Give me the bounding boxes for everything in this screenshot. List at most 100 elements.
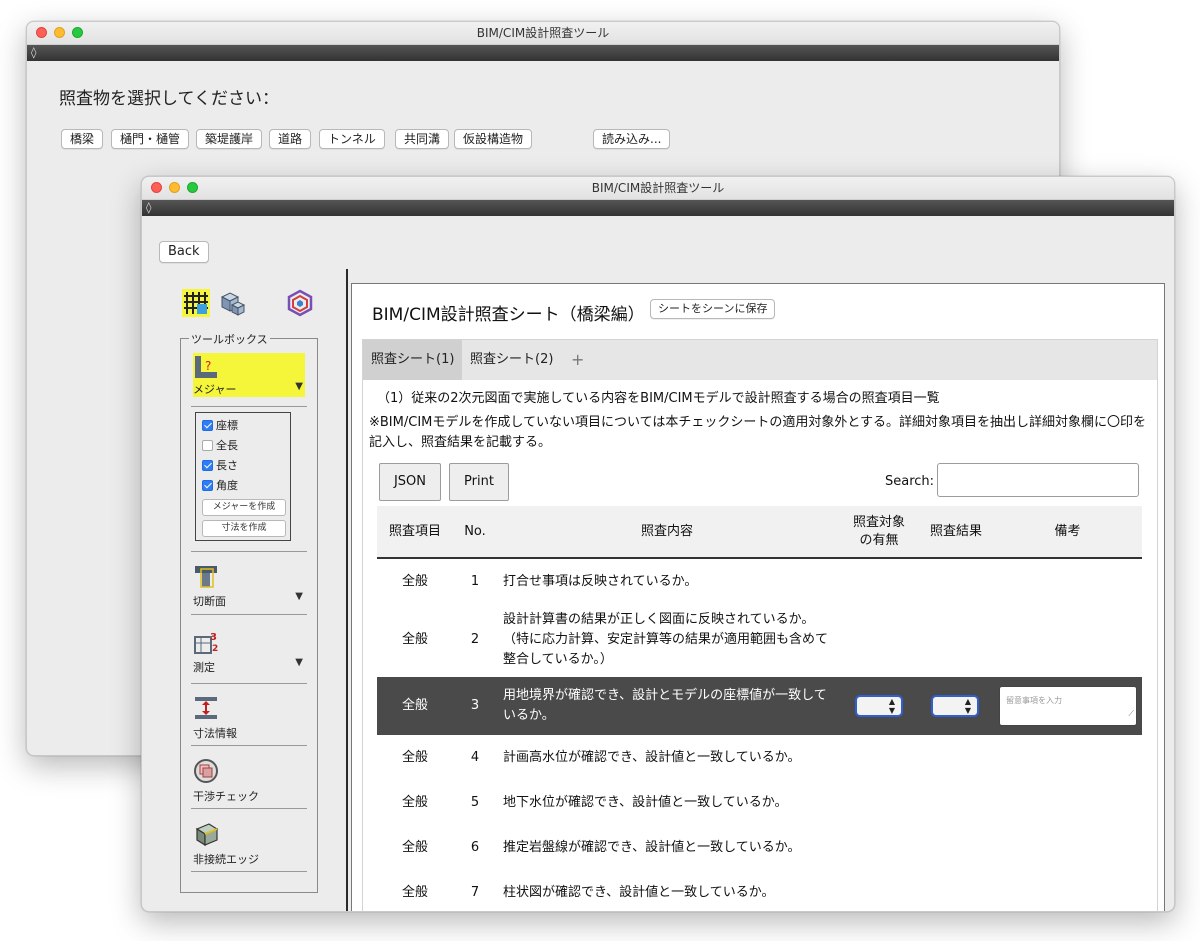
table-row[interactable]: 全般 5 地下水位が確認でき、設計値と一致しているか。 [377, 781, 1142, 825]
grid-view-icon[interactable] [182, 289, 210, 317]
title-bar[interactable]: BIM/CIM設計照査ツール [142, 177, 1174, 200]
tool-measure[interactable]: ? メジャー ▼ [193, 353, 305, 397]
divider [191, 406, 307, 407]
choice-levee-button[interactable]: 築堤護岸 [196, 129, 263, 149]
table-row-selected[interactable]: 全般 3 用地境界が確認でき、設計とモデルの座標値が一致しているか。 ▲ ▼ ▲ ▼… [377, 677, 1142, 735]
column-no[interactable]: No. [453, 506, 497, 557]
sheet-panel: BIM/CIM設計照査シート（橋梁編） シートをシーンに保存 照査シート(1) … [351, 283, 1165, 911]
measure-icon: ? [193, 354, 219, 380]
dimension-info-icon [193, 695, 219, 721]
toolbox: ツールボックス ? メジャー ▼ 座標 全長 長さ 角度 メジャーを作成 寸法を… [180, 331, 318, 893]
chevron-down-icon[interactable]: ▼ [295, 657, 303, 668]
window-title: BIM/CIM設計照査ツール [591, 181, 725, 195]
sidebar: ツールボックス ? メジャー ▼ 座標 全長 長さ 角度 メジャーを作成 寸法を… [142, 269, 342, 911]
choice-road-button[interactable]: 道路 [269, 129, 312, 149]
traffic-lights [151, 182, 198, 193]
chevron-down-icon[interactable]: ▼ [295, 381, 303, 392]
checkbox-unchecked-icon[interactable] [202, 439, 213, 451]
target-select[interactable]: ▲ ▼ [855, 677, 915, 735]
zoom-icon[interactable] [72, 27, 83, 38]
column-category[interactable]: 照査項目 [377, 506, 453, 557]
choice-utility-tunnel-button[interactable]: 共同溝 [395, 129, 450, 149]
close-icon[interactable] [36, 27, 47, 38]
column-target[interactable]: 照査対象 の有無 [839, 506, 919, 557]
remarks-cell: 留意事項を入力 ⟋ [999, 677, 1139, 735]
tab-sheet-1[interactable]: 照査シート(1) [363, 340, 463, 380]
choice-tunnel-button[interactable]: トンネル [319, 129, 385, 149]
result-select[interactable]: ▲ ▼ [931, 677, 991, 735]
choice-sluice-button[interactable]: 樋門・樋管 [111, 129, 190, 149]
toolbox-legend: ツールボックス [189, 331, 270, 347]
tool-measurement-label: 測定 [193, 661, 215, 674]
menu-diamond-icon[interactable]: ◊ [146, 201, 151, 215]
option-coordinate[interactable]: 座標 [202, 417, 238, 433]
table-row[interactable]: 全般 7 柱状図が確認でき、設計値と一致しているか。 [377, 871, 1142, 911]
choice-bridge-button[interactable]: 橋梁 [61, 129, 104, 149]
search-input[interactable] [937, 463, 1139, 497]
tool-measurement[interactable]: 3 2 測定 ▼ [193, 629, 305, 674]
make-measure-button[interactable]: メジャーを作成 [202, 499, 286, 516]
sheet-note: ※BIM/CIMモデルを作成していない項目については本チェックシートの適用対象外… [369, 415, 1146, 450]
sheet-content: （1）従来の2次元図面で実施している内容をBIM/CIMモデルで設計照査する場合… [362, 379, 1158, 911]
remarks-placeholder: 留意事項を入力 [1006, 696, 1062, 705]
tool-disconnected-edge-label: 非接続エッジ [193, 853, 259, 866]
column-result[interactable]: 照査結果 [919, 506, 993, 557]
tool-clash-check[interactable]: 干渉チェック [193, 758, 305, 803]
divider [191, 745, 307, 746]
checkbox-checked-icon[interactable] [202, 459, 213, 471]
minimize-icon[interactable] [169, 182, 180, 193]
tool-section[interactable]: 切断面 ▼ [193, 563, 305, 608]
sheet-description: （1）従来の2次元図面で実施している内容をBIM/CIMモデルで設計照査する場合… [377, 391, 940, 406]
divider [191, 551, 307, 552]
save-to-scene-button[interactable]: シートをシーンに保存 [650, 299, 776, 319]
measurement-icon: 3 2 [193, 629, 219, 655]
tool-clash-check-label: 干渉チェック [193, 790, 259, 803]
tool-section-label: 切断面 [193, 595, 226, 608]
checkbox-checked-icon[interactable] [202, 479, 213, 491]
option-total-length[interactable]: 全長 [202, 437, 238, 453]
back-button[interactable]: Back [159, 241, 209, 263]
tool-dimension-info[interactable]: 寸法情報 [193, 695, 305, 740]
splitter[interactable] [346, 269, 348, 911]
close-icon[interactable] [151, 182, 162, 193]
load-button[interactable]: 読み込み... [593, 129, 671, 149]
table-row[interactable]: 全般 1 打合せ事項は反映されているか。 [377, 559, 1142, 605]
json-button[interactable]: JSON [379, 463, 441, 501]
make-dimension-button[interactable]: 寸法を作成 [202, 520, 286, 537]
tool-dimension-info-label: 寸法情報 [193, 727, 237, 740]
table-row[interactable]: 全般 6 推定岩盤線が確認でき、設計値と一致しているか。 [377, 825, 1142, 871]
minimize-icon[interactable] [54, 27, 65, 38]
boxes-icon[interactable] [218, 289, 246, 317]
column-remarks[interactable]: 備考 [993, 506, 1142, 557]
print-button[interactable]: Print [449, 463, 509, 501]
chevron-down-icon[interactable]: ▼ [295, 591, 303, 602]
network-icon[interactable] [286, 289, 314, 317]
table-row[interactable]: 全般 4 計画高水位が確認でき、設計値と一致しているか。 [377, 735, 1142, 781]
measure-options: 座標 全長 長さ 角度 メジャーを作成 寸法を作成 [195, 412, 291, 541]
select-prompt: 照査物を選択してください： [59, 89, 279, 109]
remarks-textarea[interactable]: 留意事項を入力 ⟋ [999, 686, 1137, 726]
column-content[interactable]: 照査内容 [497, 506, 837, 557]
chevron-updown-icon: ▲ ▼ [888, 697, 895, 715]
divider [191, 808, 307, 809]
table-header: 照査項目 No. 照査内容 照査対象 の有無 照査結果 備考 [377, 506, 1142, 559]
checkbox-checked-icon[interactable] [202, 419, 213, 431]
option-length[interactable]: 長さ [202, 457, 238, 473]
window-title: BIM/CIM設計照査ツール [476, 26, 610, 40]
tab-sheet-2[interactable]: 照査シート(2) [462, 340, 561, 380]
table-row[interactable]: 全般 2 設計計算書の結果が正しく図面に反映されているか。（特に応力計算、安定計… [377, 605, 1142, 675]
zoom-icon[interactable] [187, 182, 198, 193]
option-angle[interactable]: 角度 [202, 477, 238, 493]
resize-grip-icon[interactable]: ⟋ [1128, 704, 1134, 724]
add-tab-button[interactable]: + [563, 340, 592, 380]
divider [191, 871, 307, 872]
menu-bar: ◊ [27, 45, 1059, 61]
menu-diamond-icon[interactable]: ◊ [31, 46, 36, 60]
tool-disconnected-edge[interactable]: 非接続エッジ [193, 821, 305, 866]
divider [191, 614, 307, 615]
svg-text:?: ? [205, 359, 211, 373]
sheet-title: BIM/CIM設計照査シート（橋梁編） [372, 305, 645, 325]
title-bar[interactable]: BIM/CIM設計照査ツール [27, 22, 1059, 45]
tool-measure-label: メジャー [193, 383, 237, 396]
choice-temporary-structure-button[interactable]: 仮設構造物 [454, 129, 533, 149]
